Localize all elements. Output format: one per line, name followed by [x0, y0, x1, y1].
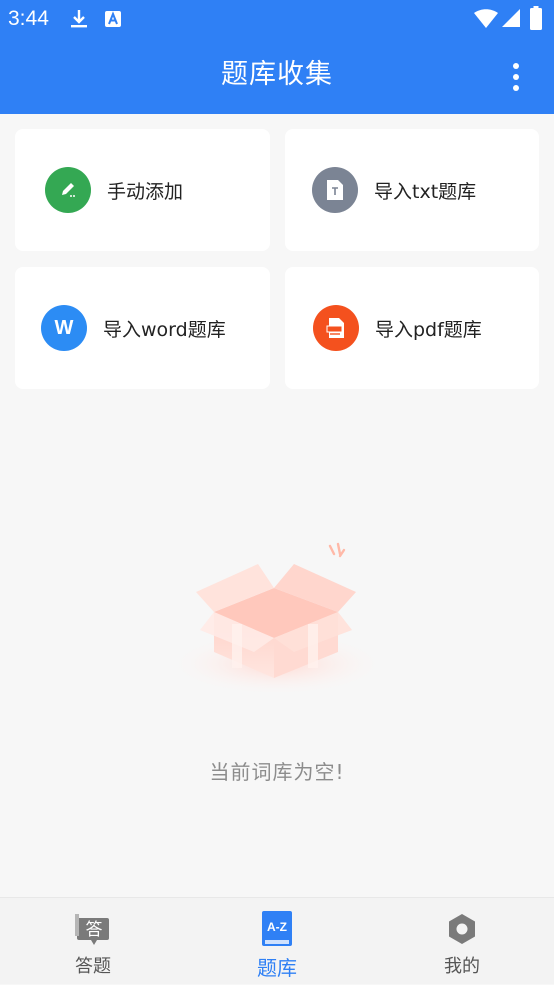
empty-box-illustration — [170, 540, 384, 704]
download-icon — [68, 8, 90, 34]
signal-icon — [502, 9, 520, 31]
az-book-icon: A-Z — [260, 911, 294, 946]
word-icon: W — [41, 305, 87, 351]
more-dot-icon — [513, 63, 519, 69]
import-word-button[interactable]: W 导入word题库 — [15, 267, 270, 389]
pencil-icon — [45, 167, 91, 213]
battery-icon — [530, 6, 542, 34]
pdf-icon — [313, 305, 359, 351]
svg-text:答: 答 — [86, 920, 103, 940]
wifi-icon — [474, 9, 498, 33]
import-word-label: 导入word题库 — [103, 318, 226, 341]
bottom-nav: 答 答题 A-Z 题库 我的 — [0, 897, 554, 984]
svg-text:A-Z: A-Z — [267, 920, 287, 934]
tab-mine[interactable]: 我的 — [402, 898, 522, 985]
import-pdf-label: 导入pdf题库 — [375, 318, 482, 341]
txt-file-icon — [312, 167, 358, 213]
tab-answer-label: 答题 — [75, 956, 111, 977]
tab-question-bank-label: 题库 — [257, 956, 297, 980]
page-title: 题库收集 — [221, 59, 333, 90]
manual-add-label: 手动添加 — [107, 180, 184, 203]
more-dot-icon — [513, 85, 519, 91]
more-options-button[interactable] — [498, 60, 534, 94]
hexagon-icon — [445, 912, 479, 946]
status-bar: 3:44 — [0, 0, 554, 38]
status-time: 3:44 — [8, 7, 49, 30]
app-bar: 题库收集 — [0, 38, 554, 114]
manual-add-button[interactable]: 手动添加 — [15, 129, 270, 251]
more-dot-icon — [513, 74, 519, 80]
answer-icon: 答 — [73, 912, 113, 946]
import-pdf-button[interactable]: 导入pdf题库 — [285, 267, 539, 389]
tab-mine-label: 我的 — [444, 956, 480, 977]
empty-state-message: 当前词库为空! — [209, 760, 345, 784]
tab-answer[interactable]: 答 答题 — [33, 898, 153, 985]
tab-question-bank[interactable]: A-Z 题库 — [217, 898, 337, 985]
app-notification-icon — [104, 10, 122, 32]
import-txt-label: 导入txt题库 — [374, 180, 477, 203]
import-txt-button[interactable]: 导入txt题库 — [285, 129, 539, 251]
